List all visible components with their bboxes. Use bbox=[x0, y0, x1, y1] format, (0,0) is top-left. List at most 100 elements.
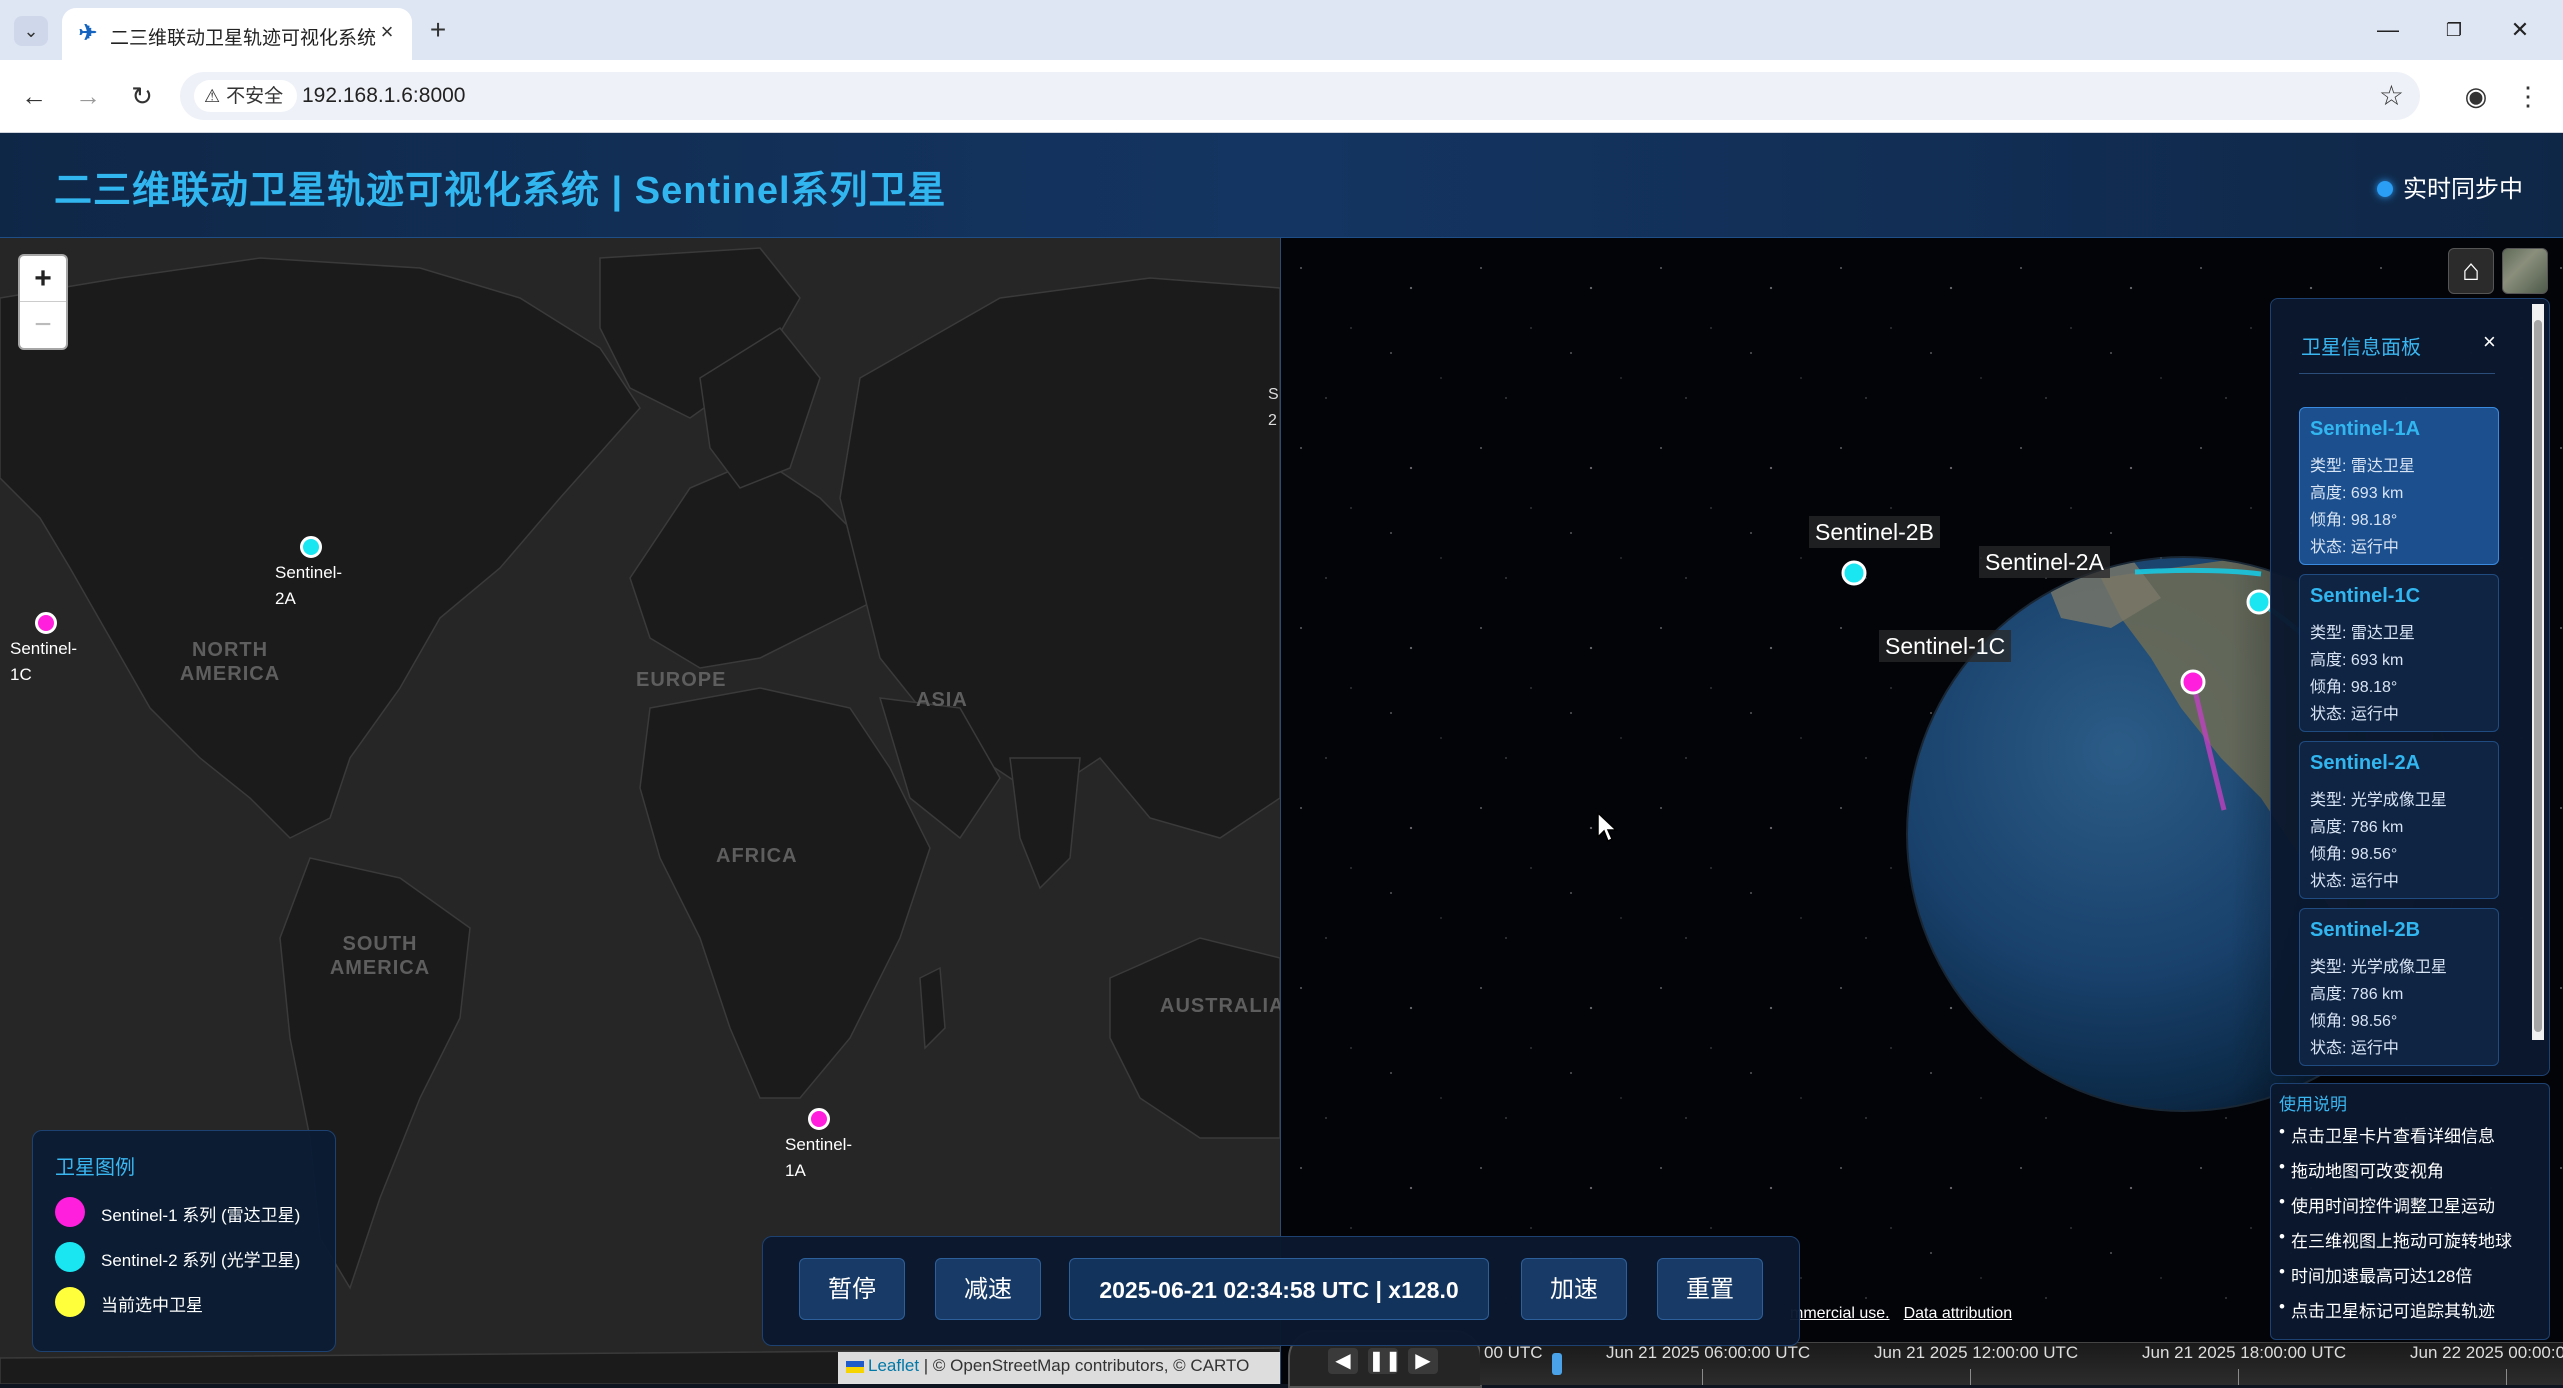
speed-up-button[interactable]: 加速 bbox=[1521, 1258, 1627, 1320]
timeline-label: Jun 21 2025 18:00:00 UTC bbox=[2142, 1343, 2347, 1362]
sat-card-name: Sentinel-2A bbox=[2310, 752, 2421, 774]
profile-icon[interactable]: ◉ bbox=[2458, 78, 2494, 114]
sat-card-sentinel-2a[interactable]: Sentinel-2A 类型: 光学成像卫星 高度: 786 km 倾角: 98… bbox=[2299, 741, 2499, 899]
data-attribution-link[interactable]: Data attribution bbox=[1904, 1305, 2013, 1322]
sat-card-altitude: 高度: 693 km bbox=[2310, 652, 2404, 669]
sat-card-sentinel-2b[interactable]: Sentinel-2B 类型: 光学成像卫星 高度: 786 km 倾角: 98… bbox=[2299, 908, 2499, 1066]
bookmark-star-icon[interactable]: ☆ bbox=[2379, 80, 2404, 112]
commercial-use-link[interactable]: mmercial use. bbox=[1790, 1305, 1890, 1322]
map-2d[interactable]: + − NORTH AMERICA EUROPE ASIA AFRICA SOU… bbox=[0, 238, 1280, 1384]
label-australia: AUSTRALIA bbox=[1160, 995, 1280, 1017]
address-bar-row: ← → ↻ ⚠ 不安全 192.168.1.6:8000 ☆ ◉ ⋮ bbox=[0, 60, 2563, 133]
app-header: 二三维联动卫星轨迹可视化系统 | Sentinel系列卫星 实时同步中 bbox=[0, 133, 2563, 238]
timeline-tick bbox=[1702, 1369, 1703, 1385]
sat-card-status: 状态: 运行中 bbox=[2310, 539, 2399, 556]
minimize-button[interactable]: — bbox=[2358, 12, 2418, 48]
warning-icon: ⚠ bbox=[204, 86, 221, 106]
legend-swatch-magenta bbox=[55, 1197, 85, 1227]
leaflet-link[interactable]: Leaflet bbox=[868, 1356, 919, 1375]
cesium-credits: mmercial use. Data attribution bbox=[1790, 1305, 2026, 1323]
globe-sat-sentinel-2b[interactable] bbox=[1841, 560, 1867, 586]
mouse-cursor-icon bbox=[1597, 812, 1618, 843]
help-item: 点击卫星卡片查看详细信息 bbox=[2279, 1122, 2495, 1147]
pause-button[interactable]: 暂停 bbox=[799, 1258, 905, 1320]
globe-sat-sentinel-1c[interactable] bbox=[2180, 669, 2206, 695]
browser-menu-icon[interactable]: ⋮ bbox=[2510, 78, 2546, 114]
tab-search-button[interactable]: ⌄ bbox=[14, 16, 48, 46]
sync-status-label: 实时同步中 bbox=[2403, 176, 2523, 203]
forward-button[interactable]: → bbox=[70, 78, 106, 114]
time-control-bar: 暂停 减速 2025-06-21 02:34:58 UTC | x128.0 加… bbox=[762, 1236, 1800, 1346]
sat-card-inclination: 倾角: 98.56° bbox=[2310, 846, 2398, 863]
play-forward-button[interactable]: ▶ bbox=[1408, 1348, 1438, 1374]
attribution-text: | © OpenStreetMap contributors, © CARTO bbox=[923, 1356, 1250, 1375]
timeline-label: 00 UTC bbox=[1484, 1343, 1543, 1362]
marker-sentinel-1a[interactable] bbox=[808, 1108, 830, 1130]
timeline-label: Jun 21 2025 06:00:00 UTC bbox=[1606, 1343, 1811, 1362]
browser-tab-strip: ⌄ ✈ 二三维联动卫星轨迹可视化系统 × + — ❐ ✕ bbox=[0, 0, 2563, 60]
scrollbar-thumb[interactable] bbox=[2534, 320, 2542, 1032]
label-north-america: NORTH AMERICA bbox=[179, 639, 281, 685]
base-layer-picker-icon[interactable] bbox=[2502, 248, 2548, 294]
marker-label-sentinel-2a: Sentinel- 2A bbox=[275, 563, 343, 608]
home-view-icon[interactable]: ⌂ bbox=[2448, 248, 2494, 294]
sat-card-altitude: 高度: 786 km bbox=[2310, 819, 2404, 836]
sat-card-type: 类型: 雷达卫星 bbox=[2310, 458, 2415, 475]
tab-close-icon[interactable]: × bbox=[374, 19, 400, 45]
zoom-out-button[interactable]: − bbox=[20, 302, 66, 347]
slow-down-button[interactable]: 减速 bbox=[935, 1258, 1041, 1320]
sat-card-status: 状态: 运行中 bbox=[2310, 706, 2399, 723]
legend-swatch-cyan bbox=[55, 1242, 85, 1272]
help-item: 使用时间控件调整卫星运动 bbox=[2279, 1192, 2495, 1217]
satellite-favicon-icon: ✈ bbox=[78, 20, 98, 45]
satellite-legend: 卫星图例 Sentinel-1 系列 (雷达卫星) Sentinel-2 系列 … bbox=[32, 1130, 336, 1352]
ukraine-flag-icon bbox=[846, 1360, 864, 1373]
reload-button[interactable]: ↻ bbox=[124, 78, 160, 114]
sat-card-type: 类型: 雷达卫星 bbox=[2310, 625, 2415, 642]
sat-card-inclination: 倾角: 98.56° bbox=[2310, 1013, 2398, 1030]
sat-card-status: 状态: 运行中 bbox=[2310, 873, 2399, 890]
timeline-needle[interactable] bbox=[1552, 1353, 1562, 1375]
timeline-tick bbox=[2506, 1369, 2507, 1385]
marker-label-sentinel-1a: Sentinel- 1A bbox=[785, 1135, 853, 1180]
marker-sentinel-1c[interactable] bbox=[35, 612, 57, 634]
info-panel-scrollbar[interactable] bbox=[2532, 304, 2544, 1040]
cesium-timeline[interactable]: 00 UTC Jun 21 2025 06:00:00 UTC Jun 21 2… bbox=[1480, 1342, 2563, 1385]
sat-card-type: 类型: 光学成像卫星 bbox=[2310, 959, 2447, 976]
help-item: 拖动地图可改变视角 bbox=[2279, 1157, 2444, 1182]
omnibox[interactable]: ⚠ 不安全 192.168.1.6:8000 ☆ bbox=[180, 72, 2420, 120]
globe-label-sentinel-2b: Sentinel-2B bbox=[1809, 516, 1940, 548]
sat-card-inclination: 倾角: 98.18° bbox=[2310, 679, 2398, 696]
restore-button[interactable]: ❐ bbox=[2424, 12, 2484, 48]
tab-title: 二三维联动卫星轨迹可视化系统 bbox=[110, 28, 377, 49]
page-title: 二三维联动卫星轨迹可视化系统 | Sentinel系列卫星 bbox=[54, 170, 947, 212]
window-close-button[interactable]: ✕ bbox=[2490, 12, 2550, 48]
timeline-label: Jun 21 2025 12:00:00 UTC bbox=[1874, 1343, 2079, 1362]
security-label: 不安全 bbox=[226, 86, 284, 107]
play-reverse-button[interactable]: ◀ bbox=[1328, 1348, 1358, 1374]
reset-button[interactable]: 重置 bbox=[1657, 1258, 1763, 1320]
legend-label: Sentinel-1 系列 (雷达卫星) bbox=[101, 1206, 301, 1225]
legend-title: 卫星图例 bbox=[55, 1157, 135, 1179]
info-panel-title: 卫星信息面板 bbox=[2301, 337, 2421, 359]
globe-sat-sentinel-2a[interactable] bbox=[2246, 589, 2272, 615]
browser-tab[interactable]: ✈ 二三维联动卫星轨迹可视化系统 × bbox=[62, 8, 412, 60]
security-indicator[interactable]: ⚠ 不安全 bbox=[194, 80, 298, 112]
url-text[interactable]: 192.168.1.6:8000 bbox=[302, 84, 466, 108]
sat-card-altitude: 高度: 786 km bbox=[2310, 986, 2404, 1003]
zoom-control: + − bbox=[18, 254, 68, 350]
back-button[interactable]: ← bbox=[16, 78, 52, 114]
label-europe: EUROPE bbox=[636, 669, 727, 691]
sat-card-sentinel-1a[interactable]: Sentinel-1A 类型: 雷达卫星 高度: 693 km 倾角: 98.1… bbox=[2299, 407, 2499, 565]
sat-card-sentinel-1c[interactable]: Sentinel-1C 类型: 雷达卫星 高度: 693 km 倾角: 98.1… bbox=[2299, 574, 2499, 732]
zoom-in-button[interactable]: + bbox=[20, 256, 66, 302]
marker-sentinel-2a[interactable] bbox=[300, 536, 322, 558]
timeline-tick bbox=[2238, 1369, 2239, 1385]
new-tab-button[interactable]: + bbox=[422, 14, 454, 46]
help-item: 点击卫星标记可追踪其轨迹 bbox=[2279, 1297, 2495, 1322]
timeline-label: Jun 22 2025 00:00:00 bbox=[2410, 1343, 2563, 1362]
satellite-info-panel: 卫星信息面板 × Sentinel-1A 类型: 雷达卫星 高度: 693 km… bbox=[2270, 298, 2550, 1076]
info-panel-close-button[interactable]: × bbox=[2483, 329, 2496, 355]
pause-icon-button[interactable]: ❚❚ bbox=[1368, 1348, 1402, 1374]
sat-card-name: Sentinel-1A bbox=[2310, 418, 2421, 440]
